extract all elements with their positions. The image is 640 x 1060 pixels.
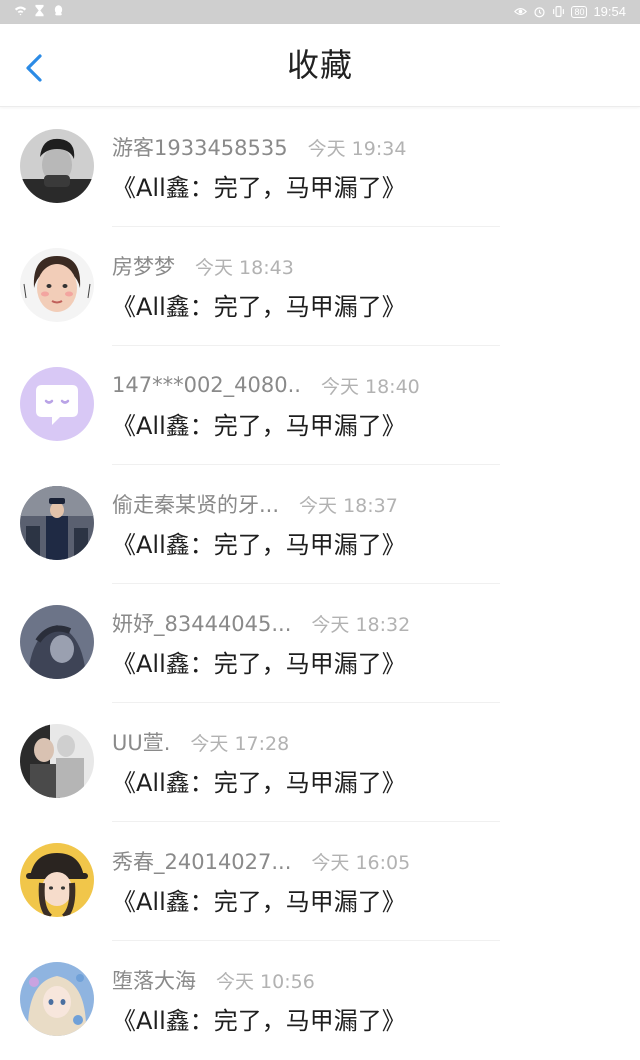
list-item[interactable]: ᑌᑌ萱. 今天 17:28 《All鑫：完了，马甲漏了》 (0, 703, 640, 822)
favorite-title: 《All鑫：完了，马甲漏了》 (112, 293, 406, 321)
list-item[interactable]: 妍妤_83444045... 今天 18:32 《All鑫：完了，马甲漏了》 (0, 584, 640, 703)
timestamp: 今天 16:05 (311, 851, 411, 874)
header: 收藏 (0, 24, 640, 107)
user-name: 游客1933458535 (112, 136, 288, 160)
wifi-icon (14, 6, 27, 16)
timestamp: 今天 10:56 (216, 970, 315, 993)
hourglass-icon (35, 4, 44, 17)
user-name: ᑌᑌ萱. (112, 731, 171, 755)
timestamp: 今天 18:40 (320, 375, 420, 398)
battery-level: 80 (571, 5, 588, 18)
avatar[interactable] (20, 367, 94, 441)
timestamp: 今天 17:28 (190, 732, 290, 755)
status-bar: 80 19:54 (0, 0, 640, 24)
avatar[interactable] (20, 248, 94, 322)
status-left-icons (14, 4, 65, 17)
timestamp: 今天 18:32 (311, 613, 411, 636)
back-button[interactable] (14, 48, 54, 88)
avatar[interactable] (20, 724, 94, 798)
list-item[interactable]: 147***002_4080.. 今天 18:40 《All鑫：完了，马甲漏了》 (0, 346, 640, 465)
list-item[interactable]: 偷走秦某贤的牙... 今天 18:37 《All鑫：完了，马甲漏了》 (0, 465, 640, 584)
list-item[interactable]: 房梦梦 今天 18:43 《All鑫：完了，马甲漏了》 (0, 227, 640, 346)
favorite-title: 《All鑫：完了，马甲漏了》 (112, 531, 406, 559)
avatar[interactable] (20, 962, 94, 1036)
eye-icon (514, 8, 528, 15)
favorite-title: 《All鑫：完了，马甲漏了》 (112, 412, 406, 440)
user-name: 偷走秦某贤的牙... (112, 493, 280, 517)
avatar[interactable] (20, 605, 94, 679)
timestamp: 今天 19:34 (307, 137, 407, 160)
avatar[interactable] (20, 129, 94, 203)
favorite-title: 《All鑫：完了，马甲漏了》 (112, 650, 406, 678)
favorite-title: 《All鑫：完了，马甲漏了》 (112, 888, 406, 916)
alarm-icon (534, 7, 546, 18)
favorite-title: 《All鑫：完了，马甲漏了》 (112, 769, 406, 797)
favorite-title: 《All鑫：完了，马甲漏了》 (112, 174, 406, 202)
page-title: 收藏 (286, 46, 353, 84)
user-name: 147***002_4080.. (112, 373, 301, 397)
user-name: 堕落大海 (112, 969, 196, 993)
chevron-left-icon (26, 54, 42, 82)
vibrate-icon (553, 6, 565, 17)
list-item[interactable]: 游客1933458535 今天 19:34 《All鑫：完了，马甲漏了》 (0, 108, 640, 227)
avatar[interactable] (20, 486, 94, 560)
favorites-list: 游客1933458535 今天 19:34 《All鑫：完了，马甲漏了》 房梦梦… (0, 108, 640, 1060)
avatar[interactable] (20, 843, 94, 917)
list-item[interactable]: 堕落大海 今天 10:56 《All鑫：完了，马甲漏了》 (0, 941, 640, 1060)
user-name: 房梦梦 (112, 255, 175, 279)
user-name: 秀春_24014027... (112, 850, 292, 874)
status-right-icons: 80 19:54 (514, 4, 626, 19)
timestamp: 今天 18:37 (299, 494, 398, 517)
user-name: 妍妤_83444045... (112, 612, 292, 636)
favorite-title: 《All鑫：完了，马甲漏了》 (112, 1007, 406, 1035)
timestamp: 今天 18:43 (195, 256, 294, 279)
status-time: 19:54 (593, 4, 626, 19)
qq-icon (54, 5, 63, 16)
list-item[interactable]: 秀春_24014027... 今天 16:05 《All鑫：完了，马甲漏了》 (0, 822, 640, 941)
chat-bubble-icon (20, 367, 94, 441)
